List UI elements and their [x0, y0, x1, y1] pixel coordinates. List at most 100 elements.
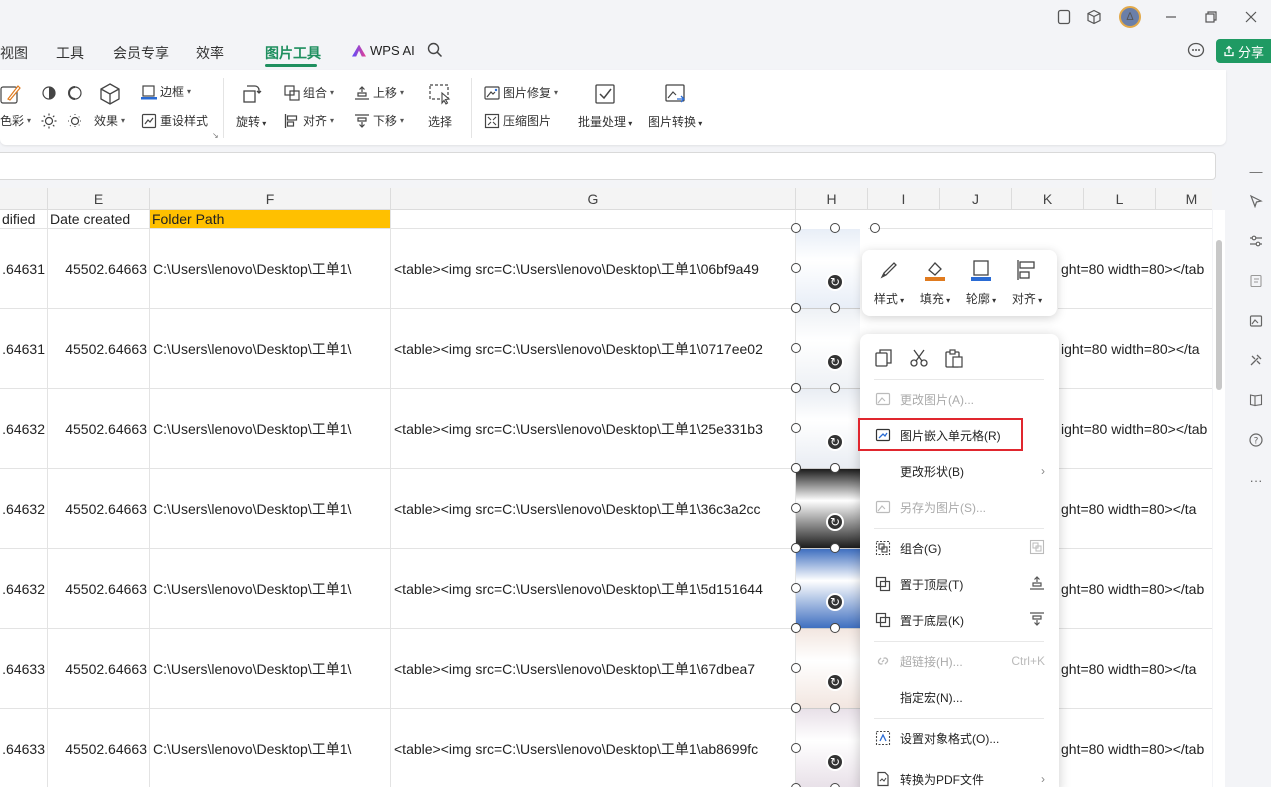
select-button[interactable]: 选择	[427, 81, 453, 130]
date-created-cell[interactable]: 45502.64663	[48, 309, 150, 389]
resize-handle[interactable]	[791, 343, 801, 353]
copy-icon[interactable]	[874, 348, 894, 371]
folder-path-cell[interactable]: C:\Users\lenovo\Desktop\工单1\	[150, 389, 391, 469]
date-modified-cell[interactable]: .64632	[0, 469, 48, 549]
scrollbar-thumb[interactable]	[1216, 240, 1222, 390]
html-tag-overflow-cell[interactable]: ght=80 width=80></tab	[1058, 709, 1212, 787]
image-convert-button[interactable]: 图片转换 ▾	[648, 81, 702, 130]
contrast-icon[interactable]	[66, 84, 84, 102]
help-icon[interactable]: ?	[1248, 432, 1264, 448]
resize-handle[interactable]	[791, 583, 801, 593]
header-cell-date-created[interactable]: Date created	[48, 210, 150, 229]
tools-icon[interactable]	[1248, 352, 1264, 368]
restore-icon[interactable]	[1191, 2, 1231, 32]
picture-thumbnail[interactable]	[796, 469, 860, 549]
tab-picture-tools[interactable]: 图片工具	[265, 43, 321, 63]
assign-macro-item[interactable]: 指定宏(N)...	[874, 682, 1049, 712]
paste-icon[interactable]	[944, 348, 964, 371]
header-cell-g[interactable]	[391, 210, 796, 229]
html-tag-cell[interactable]: <table><img src=C:\Users\lenovo\Desktop\…	[391, 389, 796, 469]
resize-handle[interactable]	[791, 623, 801, 633]
column-header-g[interactable]: G	[391, 188, 796, 210]
date-created-cell[interactable]: 45502.64663	[48, 709, 150, 787]
cursor-icon[interactable]	[1248, 193, 1264, 209]
resize-handle[interactable]	[830, 383, 840, 393]
folder-path-cell[interactable]: C:\Users\lenovo\Desktop\工单1\	[150, 229, 391, 309]
more-icon[interactable]: ···	[1248, 472, 1264, 488]
brightness-up-icon[interactable]	[40, 84, 58, 102]
image-panel-icon[interactable]	[1248, 313, 1264, 329]
tab-efficiency[interactable]: 效率	[196, 43, 224, 63]
date-created-cell[interactable]: 45502.64663	[48, 629, 150, 709]
tab-tools[interactable]: 工具	[56, 43, 84, 63]
tab-member[interactable]: 会员专享	[113, 43, 169, 63]
resize-handle[interactable]	[791, 463, 801, 473]
html-tag-overflow-cell[interactable]: ight=80 width=80></tab	[1058, 389, 1212, 469]
folder-path-cell[interactable]: C:\Users\lenovo\Desktop\工单1\	[150, 309, 391, 389]
html-tag-overflow-cell[interactable]: ght=80 width=80></ta	[1058, 629, 1212, 709]
effect-icon[interactable]	[98, 82, 122, 106]
resize-handle[interactable]	[791, 223, 801, 233]
picture-thumbnail[interactable]	[796, 549, 860, 629]
date-modified-cell[interactable]: .64631	[0, 229, 48, 309]
date-created-cell[interactable]: 45502.64663	[48, 389, 150, 469]
book-icon[interactable]	[1248, 392, 1264, 408]
cut-icon[interactable]	[909, 348, 929, 371]
reset-style-button[interactable]: 重设样式	[141, 112, 208, 129]
collapse-icon[interactable]: —	[1248, 163, 1264, 179]
rotate-handle-icon[interactable]: ↻	[826, 593, 844, 611]
formula-bar-input[interactable]	[0, 152, 1216, 180]
tablet-mode-icon[interactable]	[1049, 2, 1079, 32]
header-cell-blank[interactable]	[868, 210, 1212, 229]
color-tool-icon[interactable]	[0, 83, 22, 105]
html-tag-overflow-cell[interactable]: ght=80 width=80></tab	[1058, 549, 1212, 629]
html-tag-cell[interactable]: <table><img src=C:\Users\lenovo\Desktop\…	[391, 709, 796, 787]
column-header-f[interactable]: F	[150, 188, 391, 210]
date-created-cell[interactable]: 45502.64663	[48, 229, 150, 309]
picture-thumbnail[interactable]	[796, 309, 860, 389]
border-button[interactable]: 边框 ▾	[141, 83, 191, 100]
column-header-h[interactable]: H	[796, 188, 868, 210]
send-to-bottom-item[interactable]: 置于底层(K)	[874, 605, 1049, 635]
html-tag-cell[interactable]: <table><img src=C:\Users\lenovo\Desktop\…	[391, 469, 796, 549]
fill-button[interactable]: 填充 ▾	[914, 258, 956, 307]
picture-thumbnail[interactable]	[796, 709, 860, 787]
share-button[interactable]: 分享	[1216, 39, 1271, 63]
date-modified-cell[interactable]: .64632	[0, 549, 48, 629]
group-button[interactable]: 组合 ▾	[284, 84, 334, 101]
color-button[interactable]: 色彩 ▾	[0, 112, 31, 129]
rotate-handle-icon[interactable]: ↻	[826, 753, 844, 771]
date-modified-cell[interactable]: .64632	[0, 389, 48, 469]
search-icon[interactable]	[427, 42, 443, 61]
change-shape-item[interactable]: 更改形状(B) ›	[874, 456, 1049, 486]
column-header-l[interactable]: L	[1084, 188, 1156, 210]
folder-path-cell[interactable]: C:\Users\lenovo\Desktop\工单1\	[150, 549, 391, 629]
resize-handle[interactable]	[791, 743, 801, 753]
effect-button[interactable]: 效果 ▾	[94, 112, 125, 129]
settings-sliders-icon[interactable]	[1248, 233, 1264, 249]
picture-thumbnail[interactable]	[796, 229, 860, 309]
column-header-d[interactable]	[0, 188, 48, 210]
batch-process-button[interactable]: 批量处理 ▾	[578, 81, 632, 130]
resize-handle[interactable]	[791, 783, 801, 787]
folder-path-cell[interactable]: C:\Users\lenovo\Desktop\工单1\	[150, 629, 391, 709]
resize-handle[interactable]	[870, 223, 880, 233]
rotate-handle-icon[interactable]: ↻	[826, 673, 844, 691]
darkness-icon[interactable]	[66, 112, 84, 130]
html-tag-cell[interactable]: <table><img src=C:\Users\lenovo\Desktop\…	[391, 549, 796, 629]
date-created-cell[interactable]: 45502.64663	[48, 469, 150, 549]
resize-handle[interactable]	[791, 383, 801, 393]
move-down-button[interactable]: 下移 ▾	[354, 112, 404, 129]
resize-handle[interactable]	[830, 703, 840, 713]
resize-handle[interactable]	[791, 303, 801, 313]
resize-handle[interactable]	[791, 703, 801, 713]
folder-path-cell[interactable]: C:\Users\lenovo\Desktop\工单1\	[150, 709, 391, 787]
rotate-button[interactable]: 旋转 ▾	[236, 81, 266, 130]
date-created-cell[interactable]: 45502.64663	[48, 549, 150, 629]
transfer-icon[interactable]	[1248, 273, 1264, 289]
rotate-handle-icon[interactable]: ↻	[826, 513, 844, 531]
column-header-j[interactable]: J	[940, 188, 1012, 210]
style-button[interactable]: 样式 ▾	[868, 258, 910, 307]
html-tag-cell[interactable]: <table><img src=C:\Users\lenovo\Desktop\…	[391, 229, 796, 309]
folder-path-cell[interactable]: C:\Users\lenovo\Desktop\工单1\	[150, 469, 391, 549]
